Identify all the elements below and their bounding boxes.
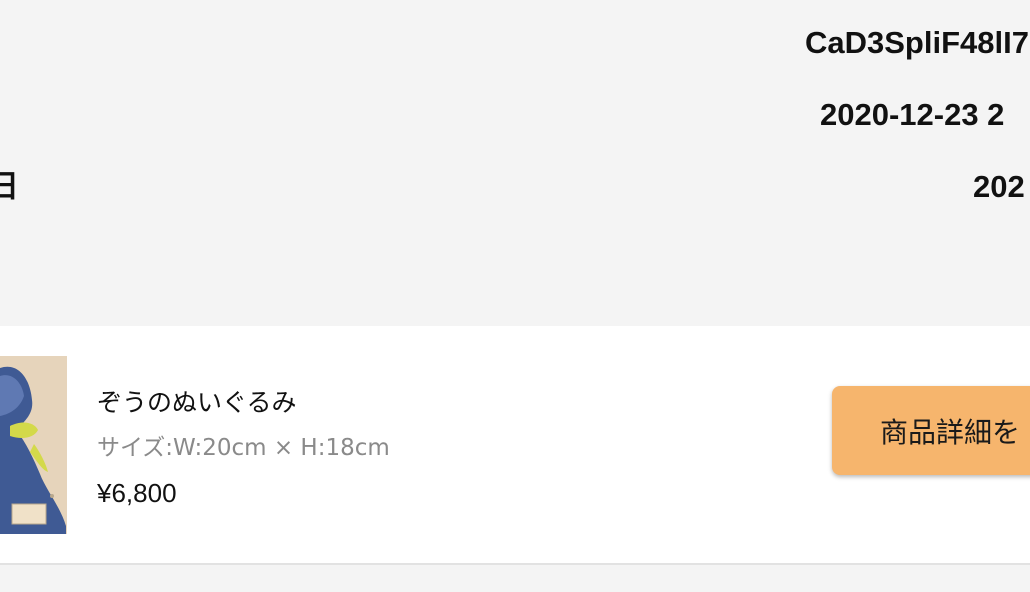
- product-card: ぞうのぬいぐるみ サイズ:W:20cm × H:18cm ¥6,800 商品詳細…: [0, 326, 1030, 565]
- order-label-fragment: 日: [0, 169, 19, 204]
- plush-toy-photo-icon: [0, 356, 67, 534]
- product-name[interactable]: ぞうのぬいぐるみ: [97, 383, 297, 419]
- order-info-section: 日 CaD3SpliF48lI7 2020-12-23 2 202: [0, 0, 1030, 326]
- order-id-value: CaD3SpliF48lI7: [805, 25, 1029, 60]
- order-date-value: 2020-12-23 2: [820, 97, 1005, 132]
- delivery-date-value: 202: [973, 169, 1025, 204]
- product-price: ¥6,800: [97, 478, 177, 508]
- product-image[interactable]: [0, 356, 67, 534]
- product-detail-button[interactable]: 商品詳細を: [832, 386, 1030, 475]
- product-size: サイズ:W:20cm × H:18cm: [97, 435, 390, 461]
